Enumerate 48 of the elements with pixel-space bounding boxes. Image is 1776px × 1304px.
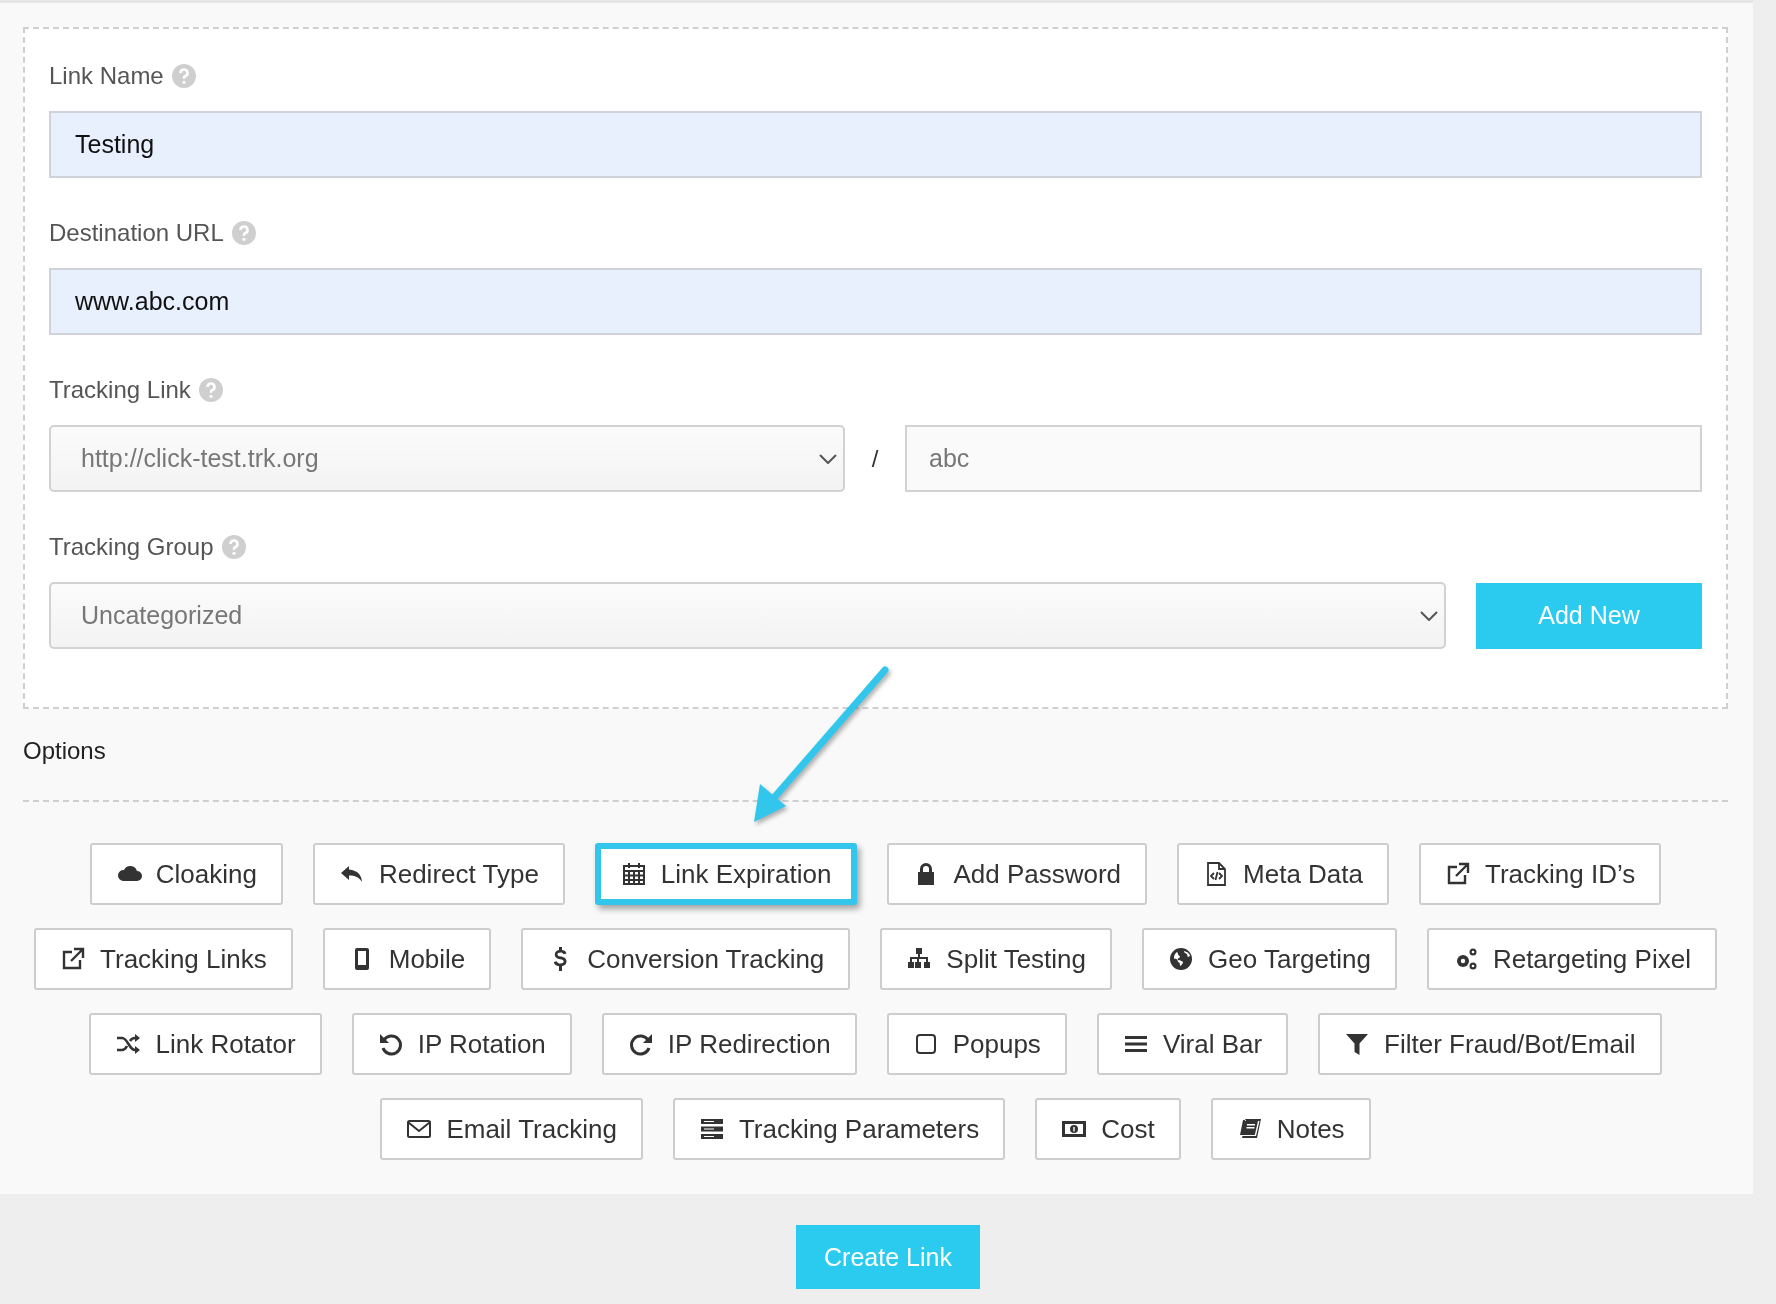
field-label: Link Name <box>49 62 164 90</box>
help-icon <box>231 221 256 245</box>
option-button[interactable]: Cost <box>1035 1098 1181 1160</box>
option-button[interactable]: Retargeting Pixel <box>1426 928 1717 990</box>
group-select[interactable]: Uncategorized <box>49 582 1446 649</box>
server-icon <box>698 1116 725 1142</box>
option-button[interactable]: Redirect Type <box>312 843 565 905</box>
option-button[interactable]: Split Testing <box>880 928 1113 990</box>
option-button[interactable]: Mobile <box>322 928 492 990</box>
option-button[interactable]: IP Rotation <box>351 1013 572 1075</box>
slug-field[interactable]: abc <box>905 425 1702 492</box>
option-button[interactable]: Viral Bar <box>1096 1013 1289 1075</box>
option-button[interactable]: Popups <box>886 1013 1067 1075</box>
option-button[interactable]: Filter Fraud/Bot/Email <box>1318 1013 1662 1075</box>
external-link-icon <box>1445 861 1471 887</box>
filter-icon <box>1344 1031 1371 1057</box>
option-button[interactable]: Conversion Tracking <box>521 928 851 990</box>
undo-icon <box>377 1031 404 1057</box>
chevron-down-icon <box>819 453 837 464</box>
option-button[interactable]: Meta Data <box>1177 843 1389 905</box>
link-name-field[interactable]: Testing <box>49 111 1702 178</box>
separator-text: / <box>870 444 880 473</box>
calendar-icon <box>620 861 647 887</box>
shuffle-icon <box>115 1031 142 1057</box>
option-button[interactable]: Notes <box>1210 1098 1371 1160</box>
help-icon <box>198 378 223 402</box>
option-button[interactable]: Geo Targeting <box>1142 928 1397 990</box>
field-label: Tracking Link <box>49 376 191 404</box>
field-label: Destination URL <box>49 219 224 247</box>
chevron-down-icon <box>1420 610 1438 621</box>
field-label: Tracking Group <box>49 533 214 561</box>
globe-icon <box>1168 946 1195 972</box>
help-icon <box>221 535 246 559</box>
domain-select[interactable]: http://click-test.trk.org <box>49 425 845 492</box>
option-button[interactable]: Cloaking <box>89 843 283 905</box>
destination-url-field[interactable]: www.abc.com <box>49 268 1702 335</box>
option-button[interactable]: Tracking Links <box>34 928 293 990</box>
option-button[interactable]: Link Rotator <box>89 1013 322 1075</box>
option-button[interactable]: IP Redirection <box>601 1013 857 1075</box>
section-title: Options <box>23 736 107 766</box>
option-button[interactable]: Add Password <box>887 843 1148 905</box>
redo-icon <box>627 1031 654 1057</box>
external-link-icon <box>60 946 87 972</box>
option-button[interactable]: Tracking Parameters <box>672 1098 1006 1160</box>
option-button[interactable]: Link Expiration <box>594 843 858 905</box>
option-button[interactable]: Tracking ID’s <box>1419 843 1662 905</box>
help-icon <box>171 64 196 88</box>
option-button[interactable]: Email Tracking <box>380 1098 643 1160</box>
